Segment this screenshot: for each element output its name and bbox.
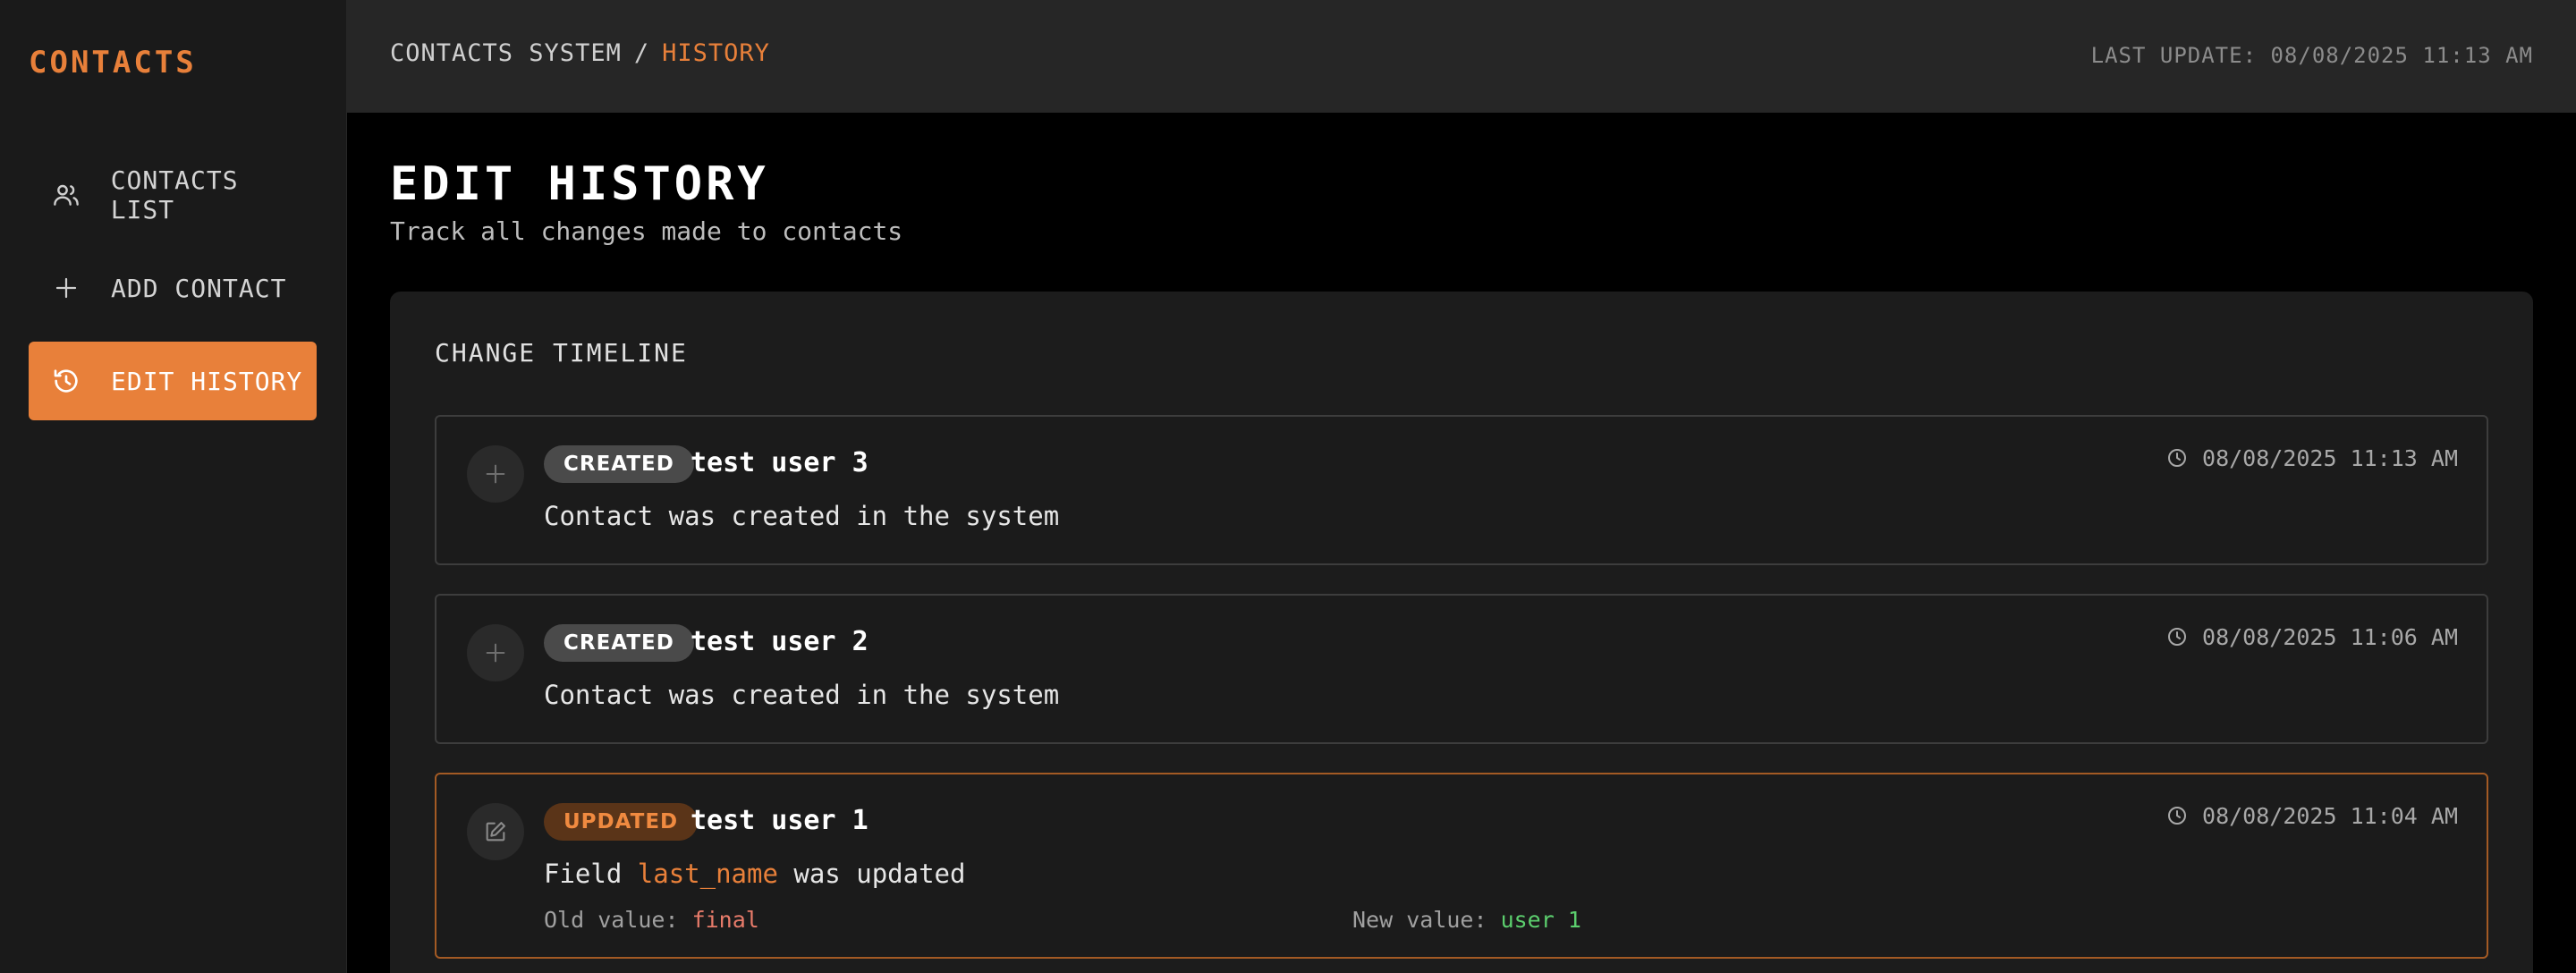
timestamp-text: 08/08/2025 11:06 AM — [2202, 624, 2458, 650]
plus-icon — [467, 445, 524, 503]
status-badge: CREATED — [544, 445, 694, 483]
timeline-entry: UPDATED test user 1 08/08/2025 11:04 AM … — [435, 773, 2488, 959]
top-bar: CONTACTS SYSTEM / HISTORY LAST UPDATE: 08/… — [347, 0, 2576, 113]
contact-name: test user 1 — [691, 805, 869, 836]
timestamp-text: 08/08/2025 11:04 AM — [2202, 803, 2458, 829]
old-value-row: Old value: final — [544, 907, 759, 933]
timeline-entry: CREATED test user 3 08/08/2025 11:13 AM … — [435, 415, 2488, 565]
desc-prefix: Field — [544, 859, 623, 889]
breadcrumb: CONTACTS SYSTEM / HISTORY — [390, 39, 770, 67]
clock-icon — [2166, 805, 2190, 828]
page-subtitle: Track all changes made to contacts — [390, 216, 903, 246]
desc-suffix: was updated — [793, 859, 966, 889]
entry-timestamp: 08/08/2025 11:06 AM — [2166, 624, 2458, 650]
clock-icon — [2166, 447, 2190, 470]
sidebar: CONTACTS CONTACTS LIST ADD CONTACT EDIT … — [0, 0, 347, 973]
timestamp-text: 08/08/2025 11:13 AM — [2202, 445, 2458, 471]
field-name: last_name — [637, 859, 778, 889]
brand-logo: CONTACTS — [29, 45, 197, 80]
new-value: user 1 — [1500, 907, 1581, 933]
last-update-text: LAST UPDATE: 08/08/2025 11:13 AM — [2090, 43, 2533, 68]
edit-icon — [467, 803, 524, 860]
sidebar-item-label: CONTACTS LIST — [110, 165, 239, 224]
plus-icon — [50, 272, 82, 304]
timeline-entry: CREATED test user 2 08/08/2025 11:06 AM … — [435, 594, 2488, 744]
sidebar-item-label: EDIT HISTORY — [111, 366, 303, 396]
breadcrumb-current: HISTORY — [662, 39, 770, 67]
sidebar-item-label: ADD CONTACT — [111, 273, 287, 303]
users-icon — [50, 179, 82, 211]
status-badge: UPDATED — [544, 803, 699, 841]
contact-name: test user 2 — [691, 626, 869, 657]
status-badge: CREATED — [544, 624, 694, 662]
sidebar-item-edit-history[interactable]: EDIT HISTORY — [29, 342, 317, 420]
breadcrumb-separator: / — [633, 39, 650, 67]
breadcrumb-root[interactable]: CONTACTS SYSTEM — [390, 39, 622, 67]
entry-timestamp: 08/08/2025 11:13 AM — [2166, 445, 2458, 471]
card-title: CHANGE TIMELINE — [435, 338, 688, 368]
old-value: final — [691, 907, 759, 933]
contact-name: test user 3 — [691, 447, 869, 478]
clock-icon — [2166, 626, 2190, 649]
sidebar-item-add-contact[interactable]: ADD CONTACT — [29, 249, 317, 327]
page-title: EDIT HISTORY — [390, 157, 769, 211]
entry-timestamp: 08/08/2025 11:04 AM — [2166, 803, 2458, 829]
old-value-label: Old value: — [544, 907, 679, 933]
history-icon — [50, 365, 82, 397]
entry-description: Contact was created in the system — [544, 501, 1060, 531]
change-timeline-card: CHANGE TIMELINE CREATED test user 3 08/0… — [390, 292, 2533, 973]
plus-icon — [467, 624, 524, 681]
app: CONTACTS CONTACTS LIST ADD CONTACT EDIT … — [0, 0, 2576, 973]
entry-description: Contact was created in the system — [544, 680, 1060, 710]
sidebar-item-contacts-list[interactable]: CONTACTS LIST — [29, 156, 317, 234]
new-value-row: New value: user 1 — [1352, 907, 1581, 933]
entry-description: Field last_name was updated — [544, 859, 965, 889]
new-value-label: New value: — [1352, 907, 1487, 933]
